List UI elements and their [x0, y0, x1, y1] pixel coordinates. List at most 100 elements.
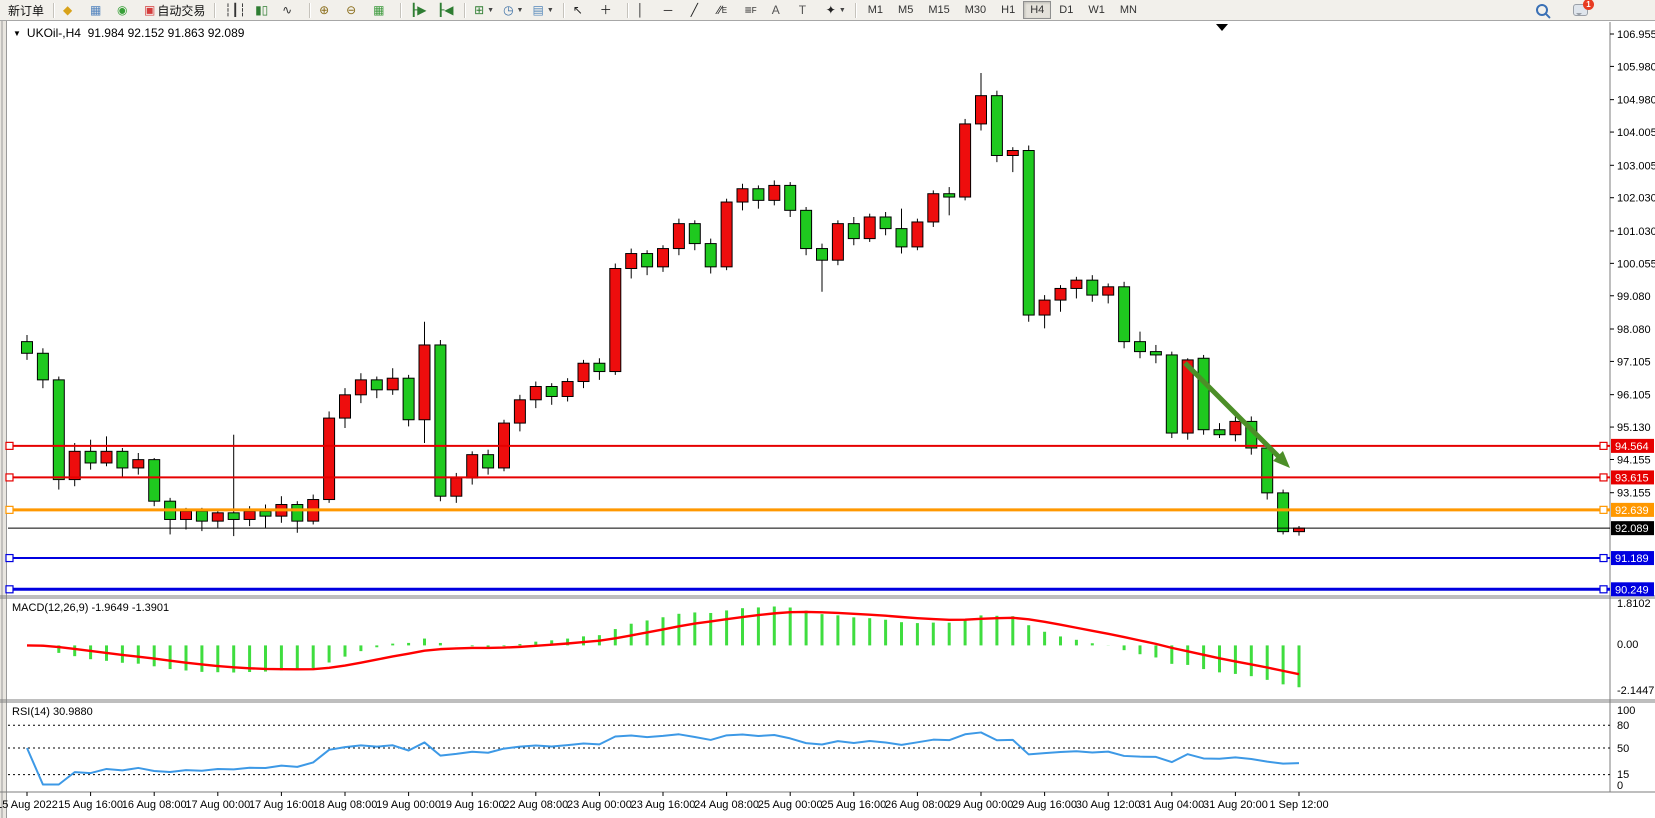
price-tick-label: 101.030 — [1617, 226, 1655, 238]
templates-caret-icon[interactable]: ▼ — [547, 7, 554, 14]
line-handle[interactable] — [6, 474, 13, 481]
profiles-button[interactable]: ◆ — [59, 0, 85, 20]
time-axis-label: 19 Aug 00:00 — [376, 799, 441, 811]
price-tick-label: 106.955 — [1617, 29, 1655, 41]
price-tick-label: 105.980 — [1617, 61, 1655, 73]
line-handle[interactable] — [6, 555, 13, 562]
rsi-axis-label: 80 — [1617, 720, 1629, 732]
crosshair-button[interactable]: ＋ — [596, 0, 622, 20]
chart-collapse-icon[interactable]: ▼ — [13, 29, 21, 38]
search-button[interactable] — [1532, 0, 1558, 20]
arrows-button[interactable]: ✦▼ — [822, 0, 850, 20]
fibonacci-icon: ≡ — [745, 4, 752, 16]
rsi-axis-label: 100 — [1617, 705, 1635, 717]
timeframe-h4[interactable]: H4 — [1023, 1, 1051, 19]
templates-icon: ▤ — [532, 4, 543, 16]
rsi-axis-label: 50 — [1617, 743, 1629, 755]
trendline-button[interactable]: ╱ — [687, 0, 713, 20]
macd-axis-label: 0.00 — [1617, 639, 1638, 651]
tile-windows-button[interactable]: ▦ — [369, 0, 395, 20]
market-watch-button[interactable]: ▦ — [86, 0, 112, 20]
text-icon: A — [772, 4, 780, 16]
equidistant-channel-button[interactable]: ∕∕E — [714, 0, 740, 20]
timeframe-m1[interactable]: M1 — [861, 1, 890, 19]
line-handle[interactable] — [1600, 555, 1607, 562]
price-line-label: 91.189 — [1615, 553, 1649, 565]
macd-axis-label: 1.8102 — [1617, 598, 1651, 610]
line-chart-button[interactable]: ∿ — [278, 0, 304, 20]
price-tick-label: 104.005 — [1617, 127, 1655, 139]
indicators-caret-icon[interactable]: ▼ — [487, 7, 494, 14]
candlestick-chart-button[interactable]: ▮▯ — [251, 0, 277, 20]
text-button[interactable]: A — [768, 0, 794, 20]
time-axis-label: 19 Aug 16:00 — [440, 799, 505, 811]
price-tick-label: 94.155 — [1617, 454, 1651, 466]
horizontal-line-button[interactable]: ─ — [660, 0, 686, 20]
periods-button[interactable]: ◷▼ — [499, 0, 527, 20]
chat-icon: 1 — [1573, 4, 1588, 16]
time-axis-label: 31 Aug 20:00 — [1203, 799, 1268, 811]
toolbar-separator — [309, 3, 310, 18]
line-handle[interactable] — [1600, 442, 1607, 449]
zoom-in-icon: ⊕ — [319, 4, 329, 16]
time-axis-label: 31 Aug 04:00 — [1139, 799, 1204, 811]
time-axis-label: 25 Aug 00:00 — [758, 799, 823, 811]
price-line-label: 93.615 — [1615, 472, 1649, 484]
price-tick-label: 95.130 — [1617, 422, 1651, 434]
equidistant-channel-sub-label: E — [722, 6, 727, 15]
time-axis-label: 15 Aug 2022 — [0, 799, 58, 811]
timeframe-d1[interactable]: D1 — [1052, 1, 1080, 19]
zoom-out-icon: ⊖ — [346, 4, 356, 16]
time-axis-label: 26 Aug 08:00 — [885, 799, 950, 811]
macd-axis-label: -2.1447 — [1617, 685, 1654, 697]
rsi-axis-label: 0 — [1617, 780, 1623, 792]
vertical-line-button[interactable]: │ — [633, 0, 659, 20]
time-axis-label: 15 Aug 16:00 — [58, 799, 123, 811]
new-chart-button[interactable]: ┠▶ — [406, 0, 432, 20]
toolbar: 新订单◆▦◉▣自动交易┆┃┆▮▯∿⊕⊖▦┠▶┠◀⊞▼◷▼▤▼↖＋│─╱∕∕E≡F… — [0, 0, 1655, 21]
new-order-button[interactable]: 新订单 — [4, 0, 48, 20]
line-handle[interactable] — [6, 442, 13, 449]
chart-background — [0, 21, 1655, 818]
navigator-button[interactable]: ◉ — [113, 0, 139, 20]
text-label-button[interactable]: T — [795, 0, 821, 20]
chart-shift-button[interactable]: ┠◀ — [433, 0, 459, 20]
templates-button[interactable]: ▤▼ — [528, 0, 557, 20]
price-tick-label: 99.080 — [1617, 291, 1651, 303]
line-handle[interactable] — [1600, 506, 1607, 513]
price-tick-label: 102.030 — [1617, 193, 1655, 205]
periods-caret-icon[interactable]: ▼ — [517, 7, 524, 14]
line-handle[interactable] — [6, 506, 13, 513]
chat-button[interactable]: 1 — [1569, 0, 1595, 20]
timeframe-m5[interactable]: M5 — [891, 1, 920, 19]
price-line-label: 90.249 — [1615, 584, 1649, 596]
timeframe-w1[interactable]: W1 — [1081, 1, 1112, 19]
price-tick-label: 97.105 — [1617, 356, 1651, 368]
line-handle[interactable] — [1600, 474, 1607, 481]
auto-trading-label: 自动交易 — [157, 2, 205, 19]
chart-canvas[interactable]: 106.955105.980104.980104.005103.005102.0… — [0, 21, 1655, 818]
timeframe-h1[interactable]: H1 — [994, 1, 1022, 19]
bar-chart-button[interactable]: ┆┃┆ — [220, 0, 250, 20]
line-handle[interactable] — [6, 586, 13, 593]
timeframe-mn[interactable]: MN — [1113, 1, 1144, 19]
line-handle[interactable] — [1600, 586, 1607, 593]
periods-icon: ◷ — [503, 4, 513, 16]
toolbar-separator — [855, 3, 856, 18]
auto-trading-button[interactable]: ▣自动交易 — [140, 0, 209, 20]
time-axis-label: 16 Aug 08:00 — [122, 799, 187, 811]
timeframe-m15[interactable]: M15 — [921, 1, 956, 19]
time-axis-label: 30 Aug 12:00 — [1076, 799, 1141, 811]
fibonacci-button[interactable]: ≡F — [741, 0, 767, 20]
cursor-icon: ↖ — [573, 4, 583, 16]
time-axis-label: 17 Aug 00:00 — [185, 799, 250, 811]
cursor-button[interactable]: ↖ — [569, 0, 595, 20]
timeframe-m30[interactable]: M30 — [958, 1, 993, 19]
time-axis-label: 1 Sep 12:00 — [1269, 799, 1328, 811]
chart-title: ▼ UKOil-,H4 91.984 92.152 91.863 92.089 — [13, 26, 244, 40]
zoom-out-button[interactable]: ⊖ — [342, 0, 368, 20]
zoom-in-button[interactable]: ⊕ — [315, 0, 341, 20]
arrows-caret-icon[interactable]: ▼ — [839, 7, 846, 14]
price-line-label: 92.089 — [1615, 523, 1649, 535]
indicators-button[interactable]: ⊞▼ — [470, 0, 498, 20]
